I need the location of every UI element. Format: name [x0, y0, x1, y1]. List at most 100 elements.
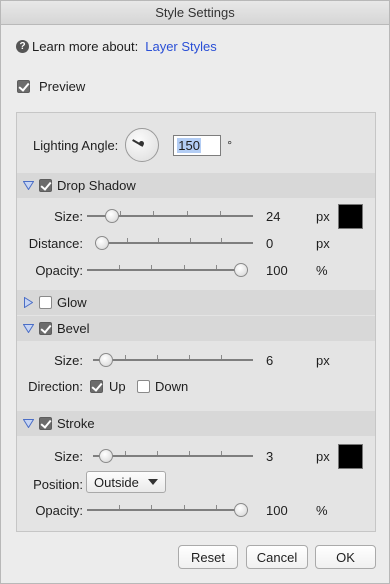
help-prefix: Learn more about: — [32, 39, 139, 54]
bevel-checkbox[interactable] — [39, 322, 52, 335]
slider-tick — [151, 265, 152, 269]
help-row: ? Learn more about: Layer Styles — [16, 39, 217, 54]
direction-label: Direction: — [28, 379, 83, 394]
drop-shadow-size-label: Size: — [54, 209, 83, 224]
slider-tick — [190, 238, 191, 242]
position-label: Position: — [33, 477, 83, 492]
disclosure-triangle-down-icon[interactable] — [23, 323, 34, 334]
slider-tick — [157, 451, 158, 455]
lighting-angle-input[interactable]: 150 — [173, 134, 222, 156]
bevel-size-value: 6 — [266, 353, 274, 368]
distance-label: Distance: — [28, 236, 83, 251]
slider-tick — [153, 211, 154, 215]
style-settings-dialog: Style Settings ? Learn more about: Layer… — [0, 0, 390, 584]
bevel-size-slider[interactable] — [93, 353, 253, 367]
bevel-title: Bevel — [57, 321, 90, 336]
glow-checkbox[interactable] — [39, 296, 52, 309]
stroke-opacity-value: 100 — [266, 503, 288, 518]
slider-tick — [157, 355, 158, 359]
slider-tick — [125, 355, 126, 359]
stroke-checkbox[interactable] — [39, 417, 52, 430]
window-title: Style Settings — [1, 1, 389, 25]
slider-tick — [216, 505, 217, 509]
lighting-angle-label: Lighting Angle: — [33, 137, 119, 153]
lighting-angle-value: 150 — [177, 137, 201, 153]
styles-panel: Lighting Angle: 150 ° Drop Shadow Size: … — [16, 112, 376, 532]
dial-center — [139, 141, 145, 146]
position-dropdown[interactable]: Outside — [86, 471, 166, 493]
stroke-title: Stroke — [57, 416, 95, 431]
stroke-opacity-slider[interactable] — [87, 503, 248, 517]
distance-unit: px — [316, 236, 330, 251]
chevron-down-icon — [147, 479, 158, 485]
slider-thumb[interactable] — [234, 503, 248, 517]
drop-shadow-checkbox[interactable] — [39, 179, 52, 192]
slider-tick — [221, 451, 222, 455]
slider-tick — [221, 238, 222, 242]
drop-shadow-opacity-value: 100 — [266, 263, 288, 278]
drop-shadow-opacity-unit: % — [316, 263, 328, 278]
drop-shadow-opacity-slider[interactable] — [87, 263, 248, 277]
disclosure-triangle-down-icon[interactable] — [23, 180, 34, 191]
stroke-size-slider[interactable] — [93, 449, 253, 463]
direction-up-label: Up — [109, 379, 126, 394]
stroke-size-value: 3 — [266, 449, 274, 464]
distance-value: 0 — [266, 236, 274, 251]
slider-tick — [184, 505, 185, 509]
drop-shadow-title: Drop Shadow — [57, 178, 136, 193]
direction-down-label: Down — [155, 379, 189, 394]
question-circle-icon: ? — [16, 40, 29, 53]
slider-thumb[interactable] — [99, 353, 113, 367]
slider-thumb[interactable] — [95, 236, 109, 250]
ok-button[interactable]: OK — [315, 545, 376, 569]
glow-title: Glow — [57, 295, 87, 310]
drop-shadow-size-unit: px — [316, 209, 330, 224]
drop-shadow-size-value: 24 — [266, 209, 281, 224]
drop-shadow-color-swatch[interactable] — [338, 204, 363, 229]
stroke-opacity-unit: % — [316, 503, 328, 518]
disclosure-triangle-down-icon[interactable] — [23, 418, 34, 429]
stroke-color-swatch[interactable] — [338, 444, 363, 469]
slider-tick — [125, 451, 126, 455]
bevel-size-label: Size: — [54, 353, 83, 368]
position-selected: Outside — [94, 474, 139, 490]
bevel-size-unit: px — [316, 353, 330, 368]
slider-tick — [151, 505, 152, 509]
stroke-opacity-label: Opacity: — [35, 503, 83, 518]
degree-unit: ° — [227, 138, 233, 152]
reset-button[interactable]: Reset — [178, 545, 238, 569]
slider-tick — [187, 211, 188, 215]
stroke-header[interactable]: Stroke — [17, 411, 375, 436]
slider-tick — [189, 451, 190, 455]
distance-slider[interactable] — [95, 236, 253, 250]
lighting-angle-dial[interactable] — [125, 128, 160, 162]
slider-tick — [119, 265, 120, 269]
bevel-header[interactable]: Bevel — [17, 316, 375, 341]
slider-tick — [216, 265, 217, 269]
disclosure-triangle-right-icon[interactable] — [23, 297, 34, 308]
direction-up-checkbox[interactable] — [90, 380, 103, 393]
drop-shadow-opacity-label: Opacity: — [35, 263, 83, 278]
slider-tick — [220, 211, 221, 215]
slider-tick — [119, 505, 120, 509]
cancel-button[interactable]: Cancel — [246, 545, 308, 569]
direction-down-checkbox[interactable] — [137, 380, 150, 393]
drop-shadow-size-slider[interactable] — [87, 209, 253, 223]
drop-shadow-header[interactable]: Drop Shadow — [17, 173, 375, 198]
slider-tick — [221, 355, 222, 359]
layer-styles-link[interactable]: Layer Styles — [145, 39, 217, 54]
slider-thumb[interactable] — [105, 209, 119, 223]
slider-tick — [184, 265, 185, 269]
preview-label: Preview — [39, 79, 86, 94]
preview-row: Preview — [17, 79, 85, 94]
lighting-angle-row: Lighting Angle: 150 ° — [17, 127, 375, 163]
slider-tick — [189, 355, 190, 359]
preview-checkbox[interactable] — [17, 80, 30, 93]
stroke-size-unit: px — [316, 449, 330, 464]
slider-thumb[interactable] — [234, 263, 248, 277]
stroke-size-label: Size: — [54, 449, 83, 464]
slider-tick — [127, 238, 128, 242]
slider-thumb[interactable] — [99, 449, 113, 463]
glow-header[interactable]: Glow — [17, 290, 375, 315]
slider-tick — [120, 211, 121, 215]
